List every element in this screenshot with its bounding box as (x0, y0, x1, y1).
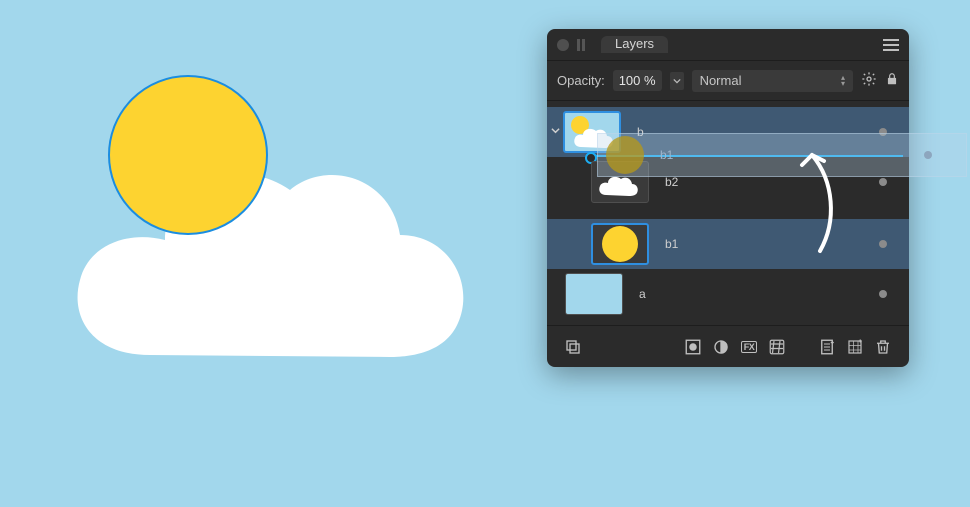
layer-name[interactable]: b (637, 125, 644, 139)
visibility-toggle[interactable] (879, 290, 887, 298)
layers-panel: Layers Opacity: 100 % Normal ▴▾ (547, 29, 909, 367)
canvas-artwork (70, 75, 470, 375)
panel-footer: FX (547, 325, 909, 367)
layer-thumbnail (563, 111, 621, 153)
close-icon[interactable] (557, 39, 569, 51)
layer-name[interactable]: b2 (665, 175, 678, 189)
layers-list: b b2 b1 (547, 101, 909, 325)
blend-mode-select[interactable]: Normal ▴▾ (692, 70, 853, 92)
layer-thumbnail (565, 273, 623, 315)
live-filter-icon[interactable] (766, 336, 788, 358)
layer-stack-icon[interactable] (562, 336, 584, 358)
panel-titlebar: Layers (547, 29, 909, 61)
layer-row-child-sun[interactable]: b1 (547, 219, 909, 269)
layer-controls-row: Opacity: 100 % Normal ▴▾ (547, 61, 909, 101)
layer-name[interactable]: a (639, 287, 646, 301)
add-pixel-layer-icon[interactable] (844, 336, 866, 358)
mask-icon[interactable] (682, 336, 704, 358)
layer-row-group[interactable]: b (547, 107, 909, 157)
opacity-input[interactable]: 100 % (613, 70, 662, 91)
tab-label: Layers (615, 36, 654, 51)
layer-row-bg[interactable]: a (547, 269, 909, 319)
add-layer-icon[interactable] (816, 336, 838, 358)
layer-row-child-cloud[interactable]: b2 (547, 157, 909, 207)
dock-icon[interactable] (577, 39, 585, 51)
menu-icon[interactable] (883, 36, 899, 54)
visibility-toggle[interactable] (879, 240, 887, 248)
chevron-down-icon[interactable] (670, 72, 684, 90)
visibility-toggle[interactable] (879, 178, 887, 186)
layer-name[interactable]: b1 (665, 237, 678, 251)
adjustment-icon[interactable] (710, 336, 732, 358)
stepper-icon: ▴▾ (841, 75, 845, 87)
opacity-label: Opacity: (557, 73, 605, 88)
chevron-down-icon[interactable] (547, 126, 563, 138)
blend-mode-value: Normal (700, 73, 742, 88)
sun-shape (108, 75, 268, 235)
tab-layers[interactable]: Layers (601, 36, 668, 53)
lock-icon[interactable] (885, 72, 899, 89)
visibility-toggle[interactable] (879, 128, 887, 136)
fx-icon[interactable]: FX (738, 336, 760, 358)
layer-thumbnail (591, 223, 649, 265)
trash-icon[interactable] (872, 336, 894, 358)
gear-icon[interactable] (861, 71, 877, 90)
layer-thumbnail (591, 161, 649, 203)
